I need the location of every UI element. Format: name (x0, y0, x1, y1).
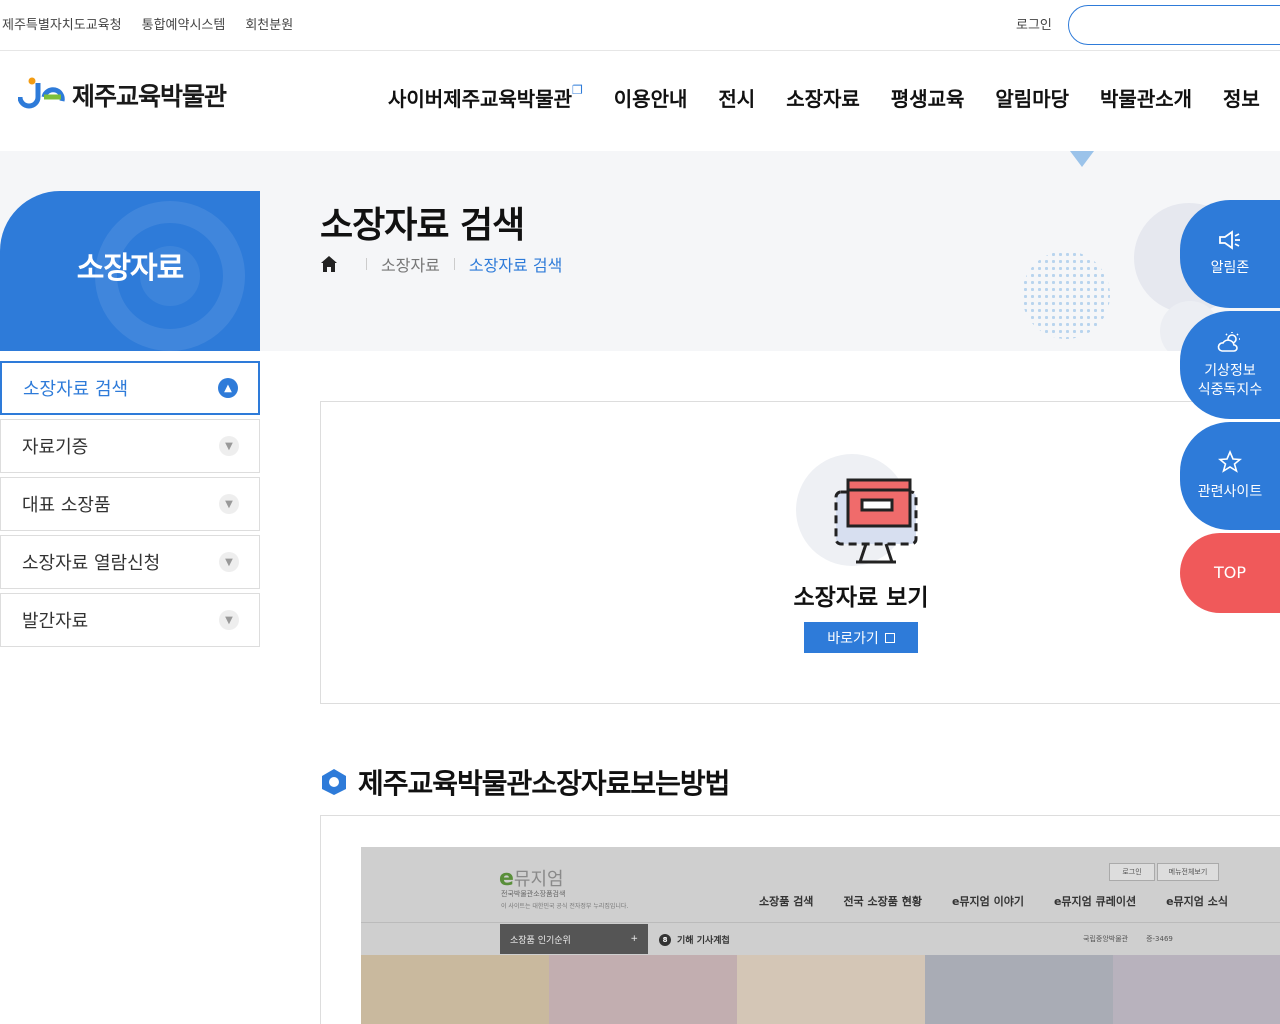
breadcrumb-item-current[interactable]: 소장자료 검색 (469, 252, 562, 276)
nav-education[interactable]: 평생교육 (891, 83, 965, 112)
quick-related-sites[interactable]: 관련사이트 (1180, 422, 1280, 530)
emuseum-logo: e뮤지엄 (499, 866, 564, 891)
nav-collection[interactable]: 소장자료 (786, 83, 860, 112)
chevron-down-icon: ▼ (219, 494, 239, 514)
emuseum-login-button: 로그인 (1109, 863, 1155, 881)
emuseum-nav-item: 소장품 검색 (759, 895, 814, 908)
emuseum-nav-item: e뮤지엄 이야기 (951, 895, 1024, 908)
quick-menu: 알림존 기상정보 식중독지수 관련사이트 TOP (1180, 200, 1280, 616)
site-logo[interactable]: 제주교육박물관 (17, 77, 227, 113)
quick-alert-zone[interactable]: 알림존 (1180, 200, 1280, 308)
logo-text: 제주교육박물관 (72, 82, 227, 111)
quick-weather[interactable]: 기상정보 식중독지수 (1180, 311, 1280, 419)
utility-link-branch[interactable]: 회천분원 (245, 14, 293, 33)
emuseum-menu-button: 메뉴전체보기 (1157, 863, 1219, 881)
sidebar-item-label: 소장자료 열람신청 (22, 553, 161, 574)
chevron-up-icon: ▲ (218, 378, 238, 398)
nav-guide[interactable]: 이용안내 (614, 83, 688, 112)
star-icon (1217, 450, 1243, 477)
breadcrumb-item-collection[interactable]: 소장자료 (381, 252, 440, 276)
shortcut-button[interactable]: 바로가기 (804, 622, 918, 653)
emuseum-nav-item: 전국 소장품 현황 (843, 895, 922, 908)
nav-exhibition[interactable]: 전시 (718, 83, 755, 112)
decor-dots (1022, 251, 1110, 339)
chevron-down-icon: ▼ (219, 552, 239, 572)
chevron-down-icon: ▼ (219, 610, 239, 630)
utility-link-jje[interactable]: 제주특별자치도교육청 (2, 14, 122, 33)
utility-links: 제주특별자치도교육청 통합예약시스템 회천분원 (2, 14, 293, 33)
megaphone-icon (1218, 230, 1242, 253)
emuseum-ticker: 8 기해 기사계첩 (659, 933, 730, 946)
emuseum-popular-bar: 소장품 인기순위 + (500, 924, 648, 954)
emuseum-screenshot: e뮤지엄 전국박물관소장품검색 이 사이트는 대한민국 공식 전자정부 누리집입… (361, 847, 1280, 1024)
breadcrumb-separator (366, 258, 367, 270)
top-button[interactable]: TOP (1180, 533, 1280, 613)
new-window-icon (884, 632, 895, 643)
sidebar-item-label: 발간자료 (22, 611, 89, 632)
emuseum-nav-item: e뮤지엄 큐레이션 (1053, 895, 1137, 908)
login-link[interactable]: 로그인 (1016, 14, 1052, 33)
emuseum-divider (361, 922, 1280, 923)
page-title: 소장자료 검색 (320, 205, 525, 246)
sidebar-item-collection-search[interactable]: 소장자료 검색 ▲ (0, 361, 260, 415)
main-nav: 사이버제주교육박물관❐ 이용안내 전시 소장자료 평생교육 알림마당 박물관소개… (388, 83, 1260, 112)
utility-bar: 제주특별자치도교육청 통합예약시스템 회천분원 로그인 (0, 0, 1280, 51)
chevron-down-icon: ▼ (219, 436, 239, 456)
sidebar-title-panel: 소장자료 (0, 191, 260, 351)
nav-about[interactable]: 박물관소개 (1100, 83, 1192, 112)
logo-mark-icon (17, 77, 66, 113)
sidebar-item-label: 대표 소장품 (22, 495, 111, 516)
sidebar-item-donation[interactable]: 자료기증 ▼ (0, 419, 260, 473)
emuseum-tiles (361, 955, 1280, 1024)
search-input[interactable] (1068, 5, 1280, 45)
emuseum-nav: 소장품 검색 전국 소장품 현황 e뮤지엄 이야기 e뮤지엄 큐레이션 e뮤지엄… (759, 893, 1228, 909)
sidebar-title: 소장자료 (76, 251, 184, 286)
decor-triangle (1070, 151, 1094, 167)
emuseum-nav-item: e뮤지엄 소식 (1166, 895, 1228, 908)
nav-notice[interactable]: 알림마당 (995, 83, 1069, 112)
breadcrumb-separator (453, 258, 455, 270)
sidebar-item-publications[interactable]: 발간자료 ▼ (0, 593, 260, 647)
collection-view-label: 소장자료 보기 (793, 585, 929, 611)
collection-view-box: 소장자료 보기 바로가기 (320, 401, 1280, 704)
section-heading-text: 제주교육박물관소장자료보는방법 (358, 767, 730, 800)
emuseum-meta: 국립중앙박물관 증-3469 (1083, 935, 1173, 943)
sidebar-item-representative[interactable]: 대표 소장품 ▼ (0, 477, 260, 531)
shortcut-button-label: 바로가기 (827, 630, 879, 647)
monitor-icon (796, 454, 926, 569)
utility-link-reservation[interactable]: 통합예약시스템 (142, 14, 226, 33)
guide-screenshot-box: e뮤지엄 전국박물관소장품검색 이 사이트는 대한민국 공식 전자정부 누리집입… (320, 815, 1280, 1024)
nav-info[interactable]: 정보 (1223, 83, 1260, 112)
emuseum-subtitle: 전국박물관소장품검색 (501, 890, 566, 898)
sidebar-item-viewing-request[interactable]: 소장자료 열람신청 ▼ (0, 535, 260, 589)
external-link-icon: ❐ (572, 83, 583, 97)
section-heading: 제주교육박물관소장자료보는방법 (320, 762, 730, 802)
hexagon-bullet-icon (320, 768, 348, 796)
sidebar-item-label: 소장자료 검색 (23, 379, 129, 400)
home-icon[interactable] (320, 255, 338, 273)
breadcrumb: 소장자료 소장자료 검색 (320, 252, 562, 276)
sidebar-menu: 소장자료 검색 ▲ 자료기증 ▼ 대표 소장품 ▼ 소장자료 열람신청 ▼ 발간… (0, 361, 260, 651)
nav-cyber-museum[interactable]: 사이버제주교육박물관❐ (388, 83, 583, 112)
site-header: 제주교육박물관 사이버제주교육박물관❐ 이용안내 전시 소장자료 평생교육 알림… (0, 51, 1280, 151)
emuseum-notice: 이 사이트는 대한민국 공식 전자정부 누리집입니다. (501, 903, 629, 910)
weather-icon (1217, 331, 1243, 356)
sidebar-item-label: 자료기증 (22, 437, 89, 458)
